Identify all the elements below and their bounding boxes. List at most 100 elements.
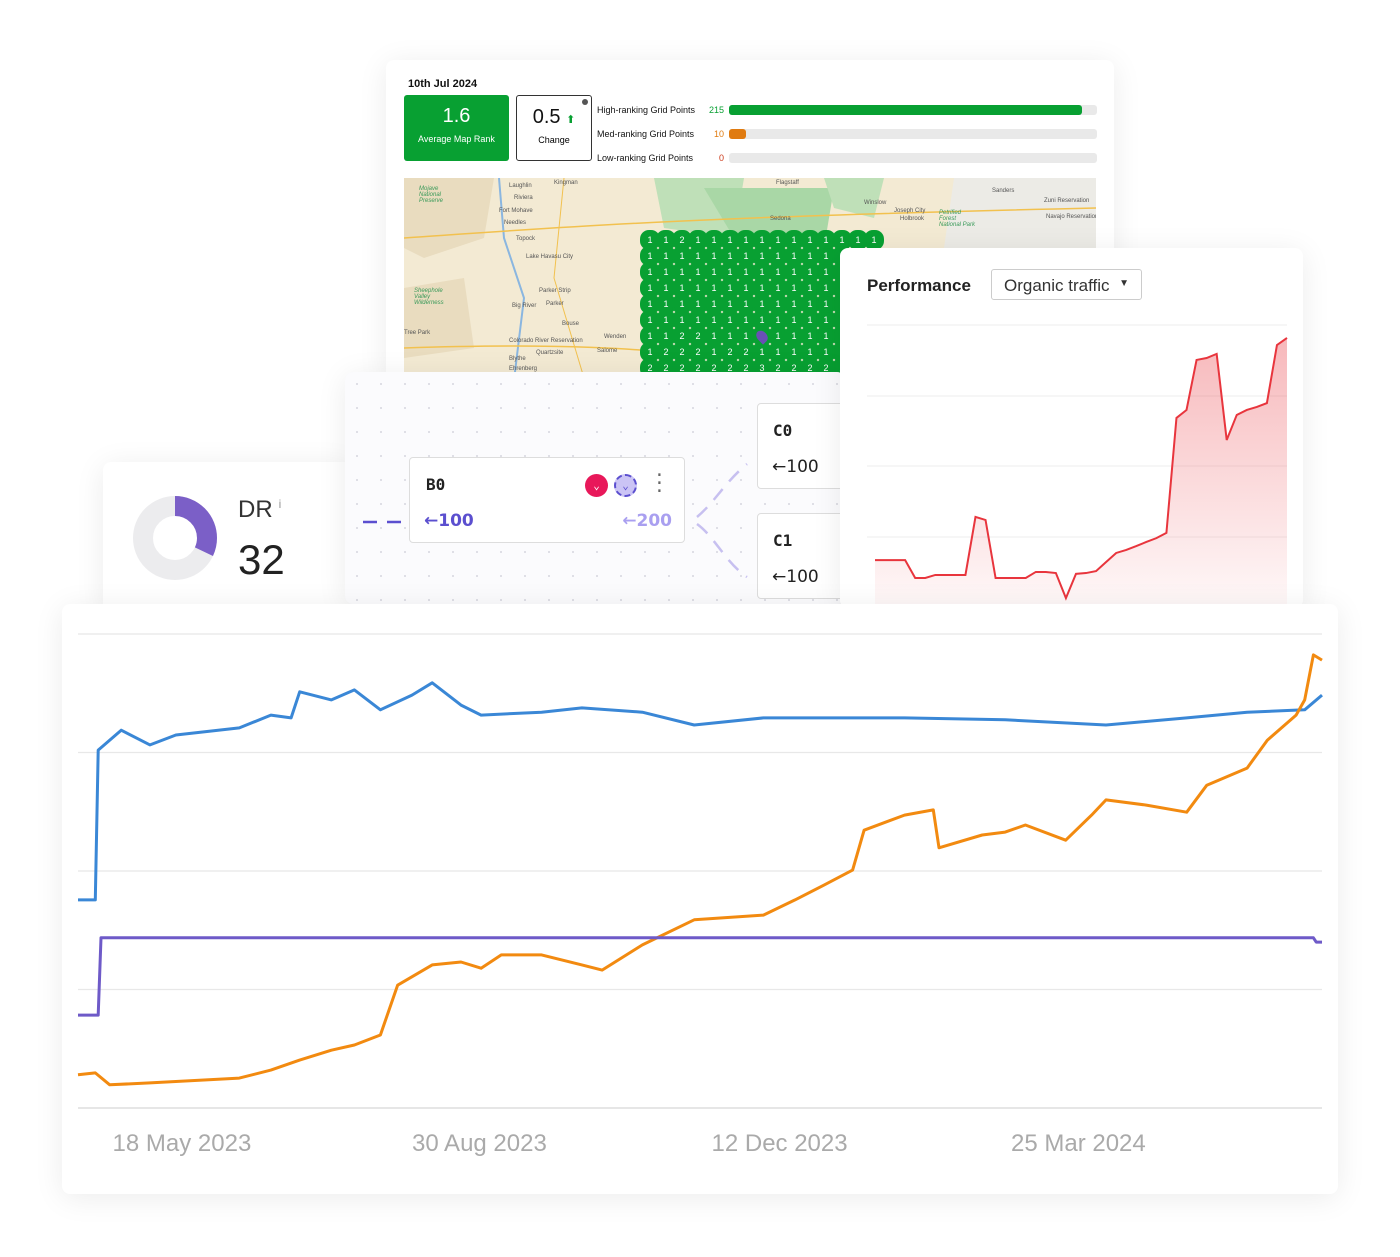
- grid-cell[interactable]: 1: [738, 280, 754, 296]
- grid-cell[interactable]: 1: [722, 312, 738, 328]
- grid-cell[interactable]: 1: [754, 232, 770, 248]
- grid-cell[interactable]: 1: [658, 296, 674, 312]
- grid-cell[interactable]: 1: [802, 312, 818, 328]
- grid-cell[interactable]: 1: [722, 328, 738, 344]
- grid-cell[interactable]: 1: [690, 280, 706, 296]
- grid-cell[interactable]: 1: [690, 248, 706, 264]
- grid-cell[interactable]: 1: [802, 248, 818, 264]
- grid-cell[interactable]: 1: [674, 312, 690, 328]
- grid-cell[interactable]: 1: [754, 280, 770, 296]
- grid-cell[interactable]: 1: [786, 248, 802, 264]
- grid-cell[interactable]: 1: [706, 264, 722, 280]
- grid-cell[interactable]: 1: [658, 280, 674, 296]
- grid-cell[interactable]: 1: [706, 232, 722, 248]
- grid-cell[interactable]: 1: [658, 248, 674, 264]
- grid-cell[interactable]: 1: [706, 344, 722, 360]
- grid-cell[interactable]: 1: [658, 232, 674, 248]
- grid-cell[interactable]: 1: [754, 344, 770, 360]
- grid-cell[interactable]: 1: [706, 296, 722, 312]
- grid-cell[interactable]: 1: [754, 312, 770, 328]
- grid-cell[interactable]: 1: [706, 248, 722, 264]
- grid-cell[interactable]: 1: [690, 296, 706, 312]
- grid-cell[interactable]: 1: [786, 312, 802, 328]
- grid-cell[interactable]: 2: [690, 344, 706, 360]
- grid-cell[interactable]: 1: [642, 280, 658, 296]
- grid-cell[interactable]: 2: [658, 344, 674, 360]
- grid-cell[interactable]: 1: [642, 296, 658, 312]
- grid-cell[interactable]: 1: [770, 232, 786, 248]
- grid-cell[interactable]: 2: [674, 344, 690, 360]
- grid-cell[interactable]: 1: [802, 344, 818, 360]
- grid-cell[interactable]: 1: [770, 328, 786, 344]
- grid-cell[interactable]: 1: [674, 296, 690, 312]
- grid-cell[interactable]: 1: [866, 232, 882, 248]
- grid-cell[interactable]: 1: [722, 296, 738, 312]
- collapse-chevron-icon[interactable]: ⌄: [585, 474, 608, 497]
- grid-cell[interactable]: 1: [786, 232, 802, 248]
- grid-cell[interactable]: 1: [722, 280, 738, 296]
- grid-cell[interactable]: 1: [642, 344, 658, 360]
- grid-cell[interactable]: 1: [690, 232, 706, 248]
- grid-cell[interactable]: 2: [690, 328, 706, 344]
- grid-cell[interactable]: 1: [770, 248, 786, 264]
- grid-cell[interactable]: 1: [706, 328, 722, 344]
- node-b0[interactable]: B0 ⌄ ⌄ · · · ←100 ←200: [409, 457, 685, 543]
- node-c1[interactable]: C1 ←100: [757, 513, 845, 599]
- info-dot-icon[interactable]: [582, 99, 588, 105]
- grid-cell[interactable]: 1: [674, 264, 690, 280]
- grid-cell[interactable]: 1: [642, 232, 658, 248]
- grid-cell[interactable]: 1: [850, 232, 866, 248]
- grid-cell[interactable]: 1: [642, 328, 658, 344]
- grid-cell[interactable]: 1: [770, 264, 786, 280]
- grid-cell[interactable]: 1: [738, 248, 754, 264]
- grid-cell[interactable]: 2: [674, 328, 690, 344]
- grid-cell[interactable]: 2: [738, 344, 754, 360]
- grid-cell[interactable]: 1: [658, 264, 674, 280]
- grid-cell[interactable]: 1: [770, 344, 786, 360]
- grid-cell[interactable]: 1: [738, 328, 754, 344]
- grid-cell[interactable]: 1: [738, 312, 754, 328]
- grid-cell[interactable]: 1: [770, 280, 786, 296]
- grid-cell[interactable]: 1: [706, 312, 722, 328]
- grid-cell[interactable]: 1: [818, 312, 834, 328]
- grid-cell[interactable]: 1: [802, 280, 818, 296]
- grid-cell[interactable]: 1: [706, 280, 722, 296]
- more-options-icon[interactable]: · · ·: [654, 467, 665, 501]
- grid-cell[interactable]: 1: [818, 280, 834, 296]
- grid-cell[interactable]: 1: [642, 312, 658, 328]
- grid-cell[interactable]: 1: [802, 264, 818, 280]
- grid-cell[interactable]: 1: [786, 280, 802, 296]
- grid-cell[interactable]: 1: [722, 248, 738, 264]
- grid-cell[interactable]: 1: [658, 312, 674, 328]
- grid-cell[interactable]: 1: [786, 264, 802, 280]
- grid-cell[interactable]: 1: [754, 264, 770, 280]
- grid-cell[interactable]: 1: [802, 232, 818, 248]
- grid-cell[interactable]: 1: [818, 232, 834, 248]
- info-icon[interactable]: i: [279, 497, 282, 511]
- grid-cell[interactable]: 1: [786, 296, 802, 312]
- grid-cell[interactable]: 1: [674, 280, 690, 296]
- grid-cell[interactable]: 2: [674, 232, 690, 248]
- grid-cell[interactable]: 1: [834, 232, 850, 248]
- grid-cell[interactable]: 1: [722, 232, 738, 248]
- grid-cell[interactable]: 1: [674, 248, 690, 264]
- expand-chevron-icon[interactable]: ⌄: [614, 474, 637, 497]
- grid-cell[interactable]: 1: [802, 328, 818, 344]
- node-c0[interactable]: C0 ←100: [757, 403, 845, 489]
- grid-cell[interactable]: 1: [642, 248, 658, 264]
- grid-cell[interactable]: 2: [722, 344, 738, 360]
- grid-cell[interactable]: 1: [754, 248, 770, 264]
- grid-cell[interactable]: 1: [786, 328, 802, 344]
- grid-cell[interactable]: 1: [818, 328, 834, 344]
- grid-cell[interactable]: 1: [770, 296, 786, 312]
- grid-cell[interactable]: 1: [738, 296, 754, 312]
- grid-cell[interactable]: 1: [754, 296, 770, 312]
- grid-cell[interactable]: 1: [818, 344, 834, 360]
- grid-cell[interactable]: 1: [738, 232, 754, 248]
- grid-cell[interactable]: 1: [770, 312, 786, 328]
- grid-cell[interactable]: 1: [818, 248, 834, 264]
- grid-cell[interactable]: 1: [722, 264, 738, 280]
- grid-cell[interactable]: 1: [738, 264, 754, 280]
- grid-cell[interactable]: 1: [690, 312, 706, 328]
- grid-cell[interactable]: 1: [818, 296, 834, 312]
